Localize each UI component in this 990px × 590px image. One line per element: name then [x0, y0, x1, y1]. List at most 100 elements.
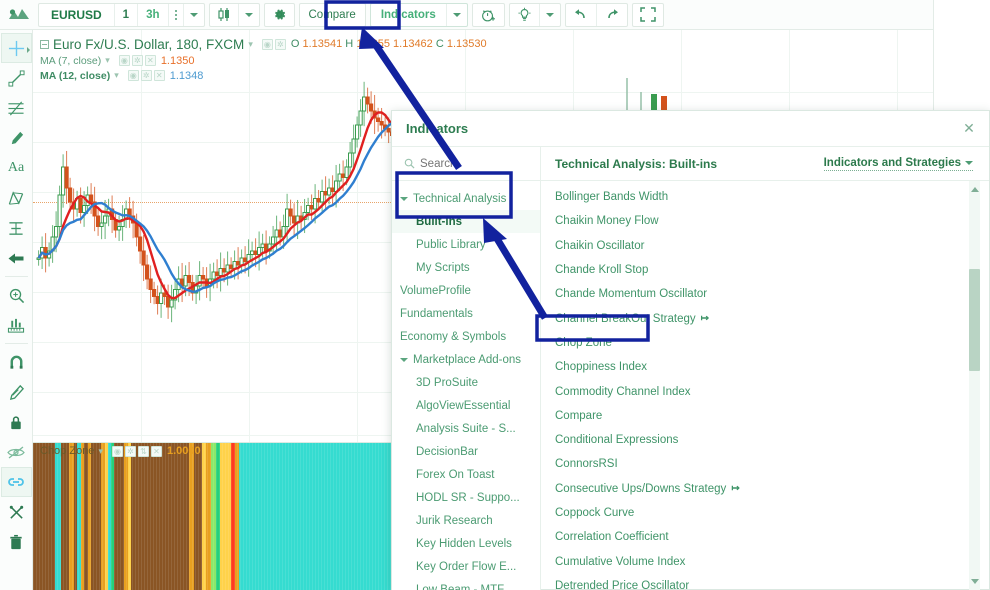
scrollbar-thumb[interactable] [969, 269, 980, 371]
chart-type-chevron-down-icon[interactable] [239, 4, 259, 26]
legend-chevron-down-icon[interactable]: ▾ [248, 39, 253, 50]
symbol-input[interactable]: EURUSD [39, 3, 115, 26]
indicators-button[interactable]: Indicators [371, 3, 447, 26]
gear-icon[interactable]: ✲ [274, 38, 286, 50]
indicators-chevron-down-icon[interactable] [447, 4, 467, 26]
idea-chevron-down-icon[interactable] [540, 4, 560, 26]
sidebar-item-fundamentals[interactable]: Fundamentals [392, 302, 540, 325]
sidebar-item-technical-analysis[interactable]: Technical Analysis [392, 187, 540, 210]
indicator-item-correlation-coefficient[interactable]: Correlation Coefficient [541, 525, 989, 549]
legend-symbol-title[interactable]: Euro Fx/U.S. Dollar, 180, FXCM [53, 37, 244, 52]
pattern-xabcd-icon[interactable] [1, 183, 32, 213]
visibility-icon[interactable]: ◉ [111, 445, 123, 457]
search-container[interactable] [392, 147, 541, 180]
list-scrollbar[interactable] [969, 181, 980, 590]
interval-chevron-down-icon[interactable] [184, 4, 204, 26]
scroll-up-arrow-icon[interactable] [971, 187, 979, 192]
chop-zone-title[interactable]: Chop Zone [40, 445, 94, 457]
hide-drawings-eye-icon[interactable] [1, 437, 32, 467]
sidebar-item-low-beam-mtf[interactable]: Low Beam - MTF [392, 578, 540, 590]
long-position-icon[interactable] [1, 213, 32, 243]
measure-ruler-icon[interactable] [1, 310, 32, 340]
brush-icon[interactable] [1, 123, 32, 153]
fullscreen-icon[interactable] [633, 4, 663, 26]
text-tool-icon[interactable]: Aa [1, 153, 32, 183]
indicators-strategies-filter[interactable]: Indicators and Strategies [823, 157, 973, 171]
tradingview-logo-icon[interactable] [0, 0, 38, 29]
minus-square-icon[interactable] [40, 39, 49, 49]
sidebar-item-analysis-suite-s[interactable]: Analysis Suite - S... [392, 417, 540, 440]
sidebar-item-jurik-research[interactable]: Jurik Research [392, 509, 540, 532]
gear-icon[interactable]: ✲ [124, 445, 136, 457]
dialog-sidebar[interactable]: Technical Analysis Built-ins Public Librar… [392, 181, 541, 590]
lightbulb-icon[interactable] [510, 3, 540, 26]
chop-zone-chevron-down-icon[interactable]: ▾ [98, 446, 103, 457]
undo-arrow-icon[interactable] [566, 3, 597, 26]
close-x-icon[interactable]: ✕ [144, 55, 156, 66]
sidebar-item-key-order-flow-e[interactable]: Key Order Flow E... [392, 555, 540, 578]
indicator-item-coppock-curve[interactable]: Coppock Curve [541, 501, 989, 525]
sidebar-item-economy-symbols[interactable]: Economy & Symbols [392, 325, 540, 348]
interval-1[interactable]: 1 [115, 3, 139, 26]
study-0-name[interactable]: MA (7, close) [40, 55, 101, 67]
trash-icon[interactable] [1, 527, 32, 557]
sidebar-item-marketplace-add-ons[interactable]: Marketplace Add-ons [392, 348, 540, 371]
crosshair-cursor-icon[interactable] [0, 33, 32, 63]
indicators-dialog[interactable]: Indicators ✕ Technical Analysis: Built-i… [391, 110, 990, 590]
sidebar-item-decisionbar[interactable]: DecisionBar [392, 440, 540, 463]
sidebar-item-algoviewessential[interactable]: AlgoViewEssential [392, 394, 540, 417]
three-dots-icon[interactable] [169, 3, 184, 26]
indicator-item-compare[interactable]: Compare [541, 404, 989, 428]
study-1-name[interactable]: MA (12, close) [40, 70, 110, 82]
sidebar-item-hodl-sr-suppo[interactable]: HODL SR - Suppo... [392, 486, 540, 509]
indicator-item-choppiness-index[interactable]: Choppiness Index [541, 355, 989, 379]
indicator-item-chande-kroll-stop[interactable]: Chande Kroll Stop [541, 258, 989, 282]
alarm-clock-plus-icon[interactable] [473, 4, 504, 26]
sidebar-item-key-hidden-levels[interactable]: Key Hidden Levels [392, 532, 540, 555]
arrow-left-marker-icon[interactable] [1, 243, 32, 273]
gear-icon[interactable] [265, 4, 294, 26]
indicator-item-channel-breakout-strategy[interactable]: Channel BreakOut Strategy ↦ [541, 306, 989, 330]
indicator-item-cumulative-volume-index[interactable]: Cumulative Volume Index [541, 549, 989, 573]
magnet-icon[interactable] [1, 347, 32, 377]
trend-line-icon[interactable] [1, 63, 32, 93]
move-icon[interactable]: ⇅ [137, 445, 149, 457]
compare-button[interactable]: Compare [300, 4, 365, 26]
visibility-icon[interactable]: ◉ [127, 70, 139, 81]
drawing-mode-pencil-icon[interactable] [1, 377, 32, 407]
indicator-item-commodity-channel-index[interactable]: Commodity Channel Index [541, 379, 989, 403]
lock-icon[interactable] [1, 407, 32, 437]
object-tree-tools-icon[interactable] [1, 497, 32, 527]
study-1-chevron-down-icon[interactable]: ▾ [114, 70, 119, 81]
indicator-item-chop-zone[interactable]: Chop Zone [541, 331, 989, 355]
sidebar-item-my-scripts[interactable]: My Scripts [392, 256, 540, 279]
zoom-in-icon[interactable] [1, 280, 32, 310]
indicator-list[interactable]: Bollinger Bands Width Chaikin Money Flow C… [541, 181, 989, 590]
close-icon[interactable]: ✕ [961, 121, 977, 137]
indicator-item-consecutive-ups-downs-strategy[interactable]: Consecutive Ups/Downs Strategy ↦ [541, 477, 989, 501]
close-x-icon[interactable]: ✕ [150, 445, 162, 457]
indicator-item-detrended-price-oscillator[interactable]: Detrended Price Oscillator [541, 574, 989, 590]
sidebar-item-forex-on-toast[interactable]: Forex On Toast [392, 463, 540, 486]
close-x-icon[interactable]: ✕ [153, 70, 165, 81]
indicator-item-chande-momentum-oscillator[interactable]: Chande Momentum Oscillator [541, 282, 989, 306]
redo-arrow-icon[interactable] [597, 4, 627, 26]
scroll-down-arrow-icon[interactable] [971, 579, 979, 584]
indicator-item-conditional-expressions[interactable]: Conditional Expressions [541, 428, 989, 452]
sidebar-item-built-ins[interactable]: Built-ins [392, 210, 540, 233]
gear-icon[interactable]: ✲ [140, 70, 152, 81]
search-input[interactable] [420, 157, 520, 170]
visibility-icon[interactable]: ◉ [261, 38, 273, 50]
indicator-item-chaikin-money-flow[interactable]: Chaikin Money Flow [541, 209, 989, 233]
indicator-item-connorsrsi[interactable]: ConnorsRSI [541, 452, 989, 476]
study-0-chevron-down-icon[interactable]: ▾ [105, 55, 110, 66]
indicator-item-bollinger-bands-width[interactable]: Bollinger Bands Width [541, 185, 989, 209]
gear-icon[interactable]: ✲ [131, 55, 143, 66]
sidebar-item-public-library[interactable]: Public Library [392, 233, 540, 256]
indicator-item-chaikin-oscillator[interactable]: Chaikin Oscillator [541, 234, 989, 258]
link-chain-icon[interactable] [0, 467, 32, 497]
fib-retracement-icon[interactable] [1, 93, 32, 123]
interval-3h[interactable]: 3h [138, 3, 169, 26]
sidebar-item-volumeprofile[interactable]: VolumeProfile [392, 279, 540, 302]
visibility-icon[interactable]: ◉ [118, 55, 130, 66]
